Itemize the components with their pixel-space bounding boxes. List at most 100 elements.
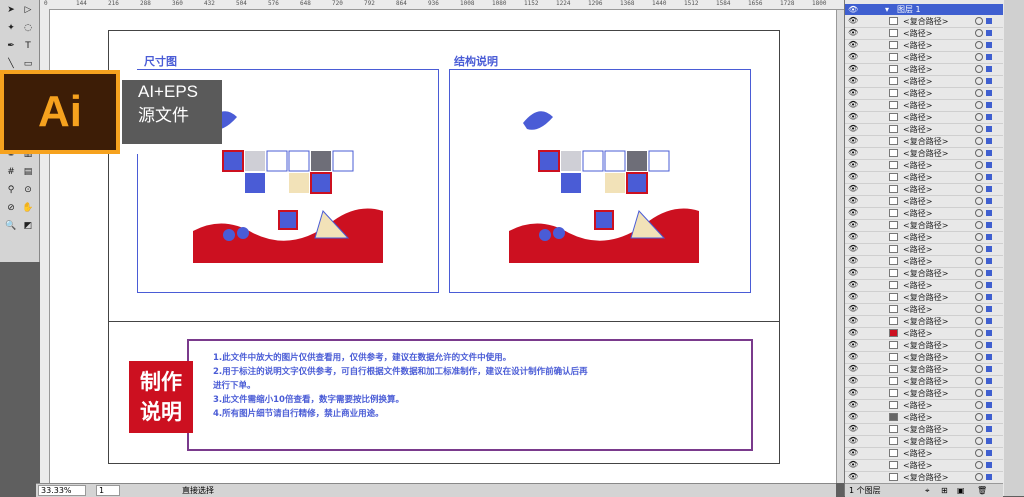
lock-toggle[interactable]	[859, 425, 868, 433]
eye-icon[interactable]: 👁	[848, 257, 858, 265]
hand-icon[interactable]: ✋	[20, 202, 36, 214]
selection-indicator[interactable]	[986, 474, 992, 480]
lock-toggle[interactable]	[859, 281, 868, 289]
layer-row[interactable]: 👁 <路径>	[845, 100, 1003, 112]
eye-icon[interactable]: 👁	[848, 401, 858, 409]
new-sublayer-icon[interactable]: ⊞	[941, 484, 948, 497]
target-circle-icon[interactable]	[975, 353, 983, 361]
eye-icon[interactable]: 👁	[848, 233, 858, 241]
layer-row[interactable]: 👁 <路径>	[845, 88, 1003, 100]
target-circle-icon[interactable]	[975, 281, 983, 289]
target-circle-icon[interactable]	[975, 173, 983, 181]
layer-row[interactable]: 👁 <路径>	[845, 64, 1003, 76]
selection-indicator[interactable]	[986, 42, 992, 48]
eye-icon[interactable]: 👁	[848, 317, 858, 325]
lock-toggle[interactable]	[859, 305, 868, 313]
delete-layer-icon[interactable]: 🗑	[977, 484, 987, 497]
target-circle-icon[interactable]	[975, 233, 983, 241]
selection-indicator[interactable]	[986, 54, 992, 60]
selection-indicator[interactable]	[986, 318, 992, 324]
target-circle-icon[interactable]	[975, 197, 983, 205]
eye-icon[interactable]: 👁	[848, 4, 858, 15]
layer-row[interactable]: 👁 <路径>	[845, 412, 1003, 424]
eye-icon[interactable]: 👁	[848, 425, 858, 433]
lasso-icon[interactable]: ◌	[20, 22, 36, 34]
lock-toggle[interactable]	[859, 293, 868, 301]
layer-row[interactable]: 👁 <路径>	[845, 40, 1003, 52]
eyedropper-icon[interactable]: ⚲	[3, 184, 19, 196]
selection-indicator[interactable]	[986, 378, 992, 384]
eye-icon[interactable]: 👁	[848, 77, 858, 85]
selection-indicator[interactable]	[986, 354, 992, 360]
lock-toggle[interactable]	[859, 413, 868, 421]
selection-indicator[interactable]	[986, 174, 992, 180]
layer-row[interactable]: 👁 <复合路径>	[845, 364, 1003, 376]
target-circle-icon[interactable]	[975, 269, 983, 277]
lock-toggle[interactable]	[859, 41, 868, 49]
selection-indicator[interactable]	[986, 210, 992, 216]
selection-indicator[interactable]	[986, 294, 992, 300]
eye-icon[interactable]: 👁	[848, 353, 858, 361]
target-circle-icon[interactable]	[975, 41, 983, 49]
layer-row[interactable]: 👁 <复合路径>	[845, 424, 1003, 436]
eye-icon[interactable]: 👁	[848, 245, 858, 253]
line-icon[interactable]: ╲	[3, 58, 19, 70]
layer-row[interactable]: 👁 <复合路径>	[845, 316, 1003, 328]
target-circle-icon[interactable]	[975, 461, 983, 469]
target-circle-icon[interactable]	[975, 317, 983, 325]
target-circle-icon[interactable]	[975, 53, 983, 61]
selection-indicator[interactable]	[986, 102, 992, 108]
layer-row[interactable]: 👁 <路径>	[845, 244, 1003, 256]
lock-toggle[interactable]	[859, 365, 868, 373]
lock-toggle[interactable]	[859, 269, 868, 277]
lock-toggle[interactable]	[859, 209, 868, 217]
layer-row[interactable]: 👁 <复合路径>	[845, 436, 1003, 448]
eye-icon[interactable]: 👁	[848, 113, 858, 121]
target-circle-icon[interactable]	[975, 449, 983, 457]
layer-row[interactable]: 👁 <路径>	[845, 52, 1003, 64]
layer-row[interactable]: 👁 <复合路径>	[845, 376, 1003, 388]
eye-icon[interactable]: 👁	[848, 101, 858, 109]
layer-row[interactable]: 👁 <复合路径>	[845, 136, 1003, 148]
eye-icon[interactable]: 👁	[848, 209, 858, 217]
lock-toggle[interactable]	[859, 461, 868, 469]
selection-icon[interactable]: ➤	[3, 4, 19, 16]
lock-toggle[interactable]	[859, 401, 868, 409]
lock-toggle[interactable]	[859, 317, 868, 325]
lock-toggle[interactable]	[859, 29, 868, 37]
lock-toggle[interactable]	[859, 257, 868, 265]
selection-indicator[interactable]	[986, 426, 992, 432]
layer-header[interactable]: 👁 ▾ 图层 1	[845, 4, 1003, 15]
target-circle-icon[interactable]	[975, 401, 983, 409]
eye-icon[interactable]: 👁	[848, 449, 858, 457]
magic-wand-icon[interactable]: ✦	[3, 22, 19, 34]
lock-toggle[interactable]	[859, 101, 868, 109]
mesh-icon[interactable]: #	[3, 166, 19, 178]
layer-row[interactable]: 👁 <路径>	[845, 280, 1003, 292]
selection-indicator[interactable]	[986, 162, 992, 168]
direct-selection-icon[interactable]: ▷	[20, 4, 36, 16]
eye-icon[interactable]: 👁	[848, 341, 858, 349]
layer-row[interactable]: 👁 <路径>	[845, 232, 1003, 244]
lock-toggle[interactable]	[859, 161, 868, 169]
layer-row[interactable]: 👁 <复合路径>	[845, 148, 1003, 160]
layer-row[interactable]: 👁 <复合路径>	[845, 352, 1003, 364]
horizontal-ruler[interactable]: 0 144 216 288 360 432 504 576 648 720 792 864 936 100…	[40, 0, 844, 10]
target-circle-icon[interactable]	[975, 113, 983, 121]
selection-indicator[interactable]	[986, 438, 992, 444]
layer-row[interactable]: 👁 <路径>	[845, 76, 1003, 88]
layer-row[interactable]: 👁 <路径>	[845, 304, 1003, 316]
target-circle-icon[interactable]	[975, 377, 983, 385]
eye-icon[interactable]: 👁	[848, 137, 858, 145]
lock-toggle[interactable]	[859, 245, 868, 253]
eye-icon[interactable]: 👁	[848, 473, 858, 481]
lock-toggle[interactable]	[859, 353, 868, 361]
lock-toggle[interactable]	[859, 77, 868, 85]
lock-toggle[interactable]	[859, 125, 868, 133]
layer-row[interactable]: 👁 <路径>	[845, 196, 1003, 208]
lock-toggle[interactable]	[859, 221, 868, 229]
layer-row[interactable]: 👁 <路径>	[845, 172, 1003, 184]
blend-icon[interactable]: ⊙	[20, 184, 36, 196]
lock-toggle[interactable]	[859, 233, 868, 241]
zoom-field[interactable]: 33.33%	[38, 485, 86, 496]
